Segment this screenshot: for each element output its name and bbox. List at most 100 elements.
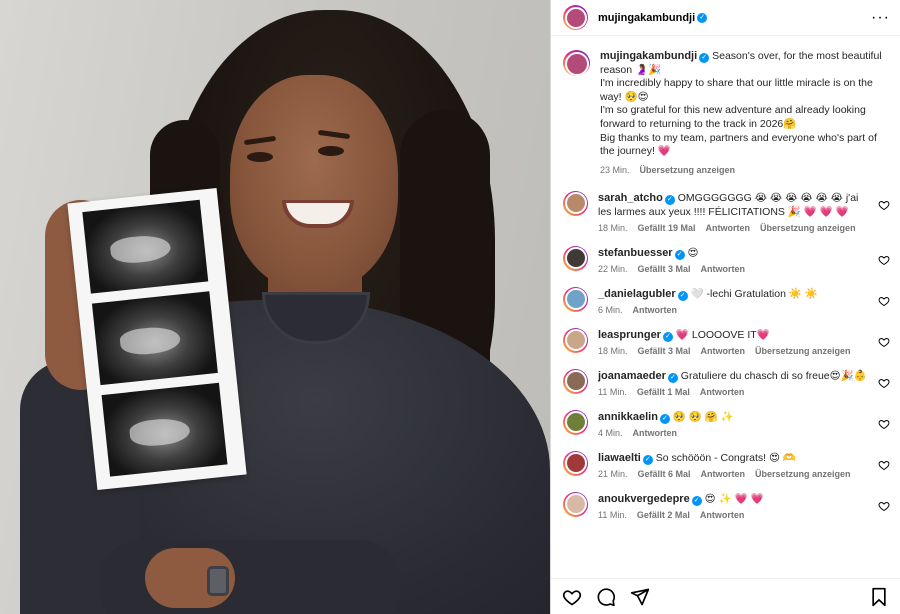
watch-shape xyxy=(207,566,229,596)
comment-icon[interactable] xyxy=(595,586,617,608)
comment-like-heart-icon[interactable] xyxy=(878,500,890,512)
caption-avatar[interactable] xyxy=(563,50,590,76)
reply-button[interactable]: Antworten xyxy=(633,305,678,315)
instagram-post: mujingakambundji ✓ ··· mujingakambundji ✓… xyxy=(0,0,900,614)
comment-username[interactable]: leasprunger xyxy=(598,329,661,341)
reply-button[interactable]: Antworten xyxy=(700,510,745,520)
translate-link[interactable]: Übersetzung anzeigen xyxy=(640,165,736,175)
share-icon[interactable] xyxy=(629,586,651,608)
comment-like-heart-icon[interactable] xyxy=(878,377,890,389)
ultrasound-scan xyxy=(91,291,218,386)
comment-row: leasprunger ✓ 💗 LOOOOVE IT💗 18 Min. Gefäl… xyxy=(563,327,890,356)
comment-like-heart-icon[interactable] xyxy=(878,295,890,307)
comment-username[interactable]: sarah_atcho xyxy=(598,192,663,204)
comment-text: 🥺 🥺 🤗 ✨ xyxy=(672,410,734,423)
comments-scroll[interactable]: mujingakambundji ✓ Season's over, for the… xyxy=(551,36,900,578)
comment-row: anoukvergedepre ✓ 😍 ✨ 💗 💗 11 Min. Gefällt… xyxy=(563,491,890,520)
comment-time[interactable]: 4 Min. xyxy=(598,428,623,438)
comment-like-heart-icon[interactable] xyxy=(878,418,890,430)
comment-row: liawaelti ✓ So schööön - Congrats! 😍 🫶 21… xyxy=(563,450,890,479)
comment-text: 🤍 -lechi Gratulation ☀️ ☀️ xyxy=(690,287,818,300)
comment-time[interactable]: 11 Min. xyxy=(598,387,627,397)
comment-time[interactable]: 11 Min. xyxy=(598,510,627,520)
comment-time[interactable]: 22 Min. xyxy=(598,264,628,274)
author-username[interactable]: mujingakambundji xyxy=(598,12,695,24)
translate-link[interactable]: Übersetzung anzeigen xyxy=(755,346,851,356)
comment-row: stefanbuesser ✓ 😍 22 Min. Gefällt 3 Mal A… xyxy=(563,245,890,274)
reply-button[interactable]: Antworten xyxy=(706,223,751,233)
post-photo[interactable] xyxy=(0,0,550,614)
comment-like-heart-icon[interactable] xyxy=(878,336,890,348)
translate-link[interactable]: Übersetzung anzeigen xyxy=(760,223,856,233)
caption-line: I'm incredibly happy to share that our l… xyxy=(600,77,873,103)
author-avatar[interactable] xyxy=(563,5,588,30)
comment-like-heart-icon[interactable] xyxy=(878,199,890,211)
comment-avatar[interactable] xyxy=(563,450,588,476)
left-eye xyxy=(247,152,273,162)
comment-username[interactable]: joanamaeder xyxy=(598,370,666,382)
post-caption: mujingakambundji ✓ Season's over, for the… xyxy=(563,50,890,175)
verified-badge-icon: ✓ xyxy=(642,454,653,465)
ultrasound-scan xyxy=(82,199,209,294)
comment-row: _danielagubler ✓ 🤍 -lechi Gratulation ☀️ … xyxy=(563,286,890,315)
reply-button[interactable]: Antworten xyxy=(633,428,678,438)
comment-time[interactable]: 18 Min. xyxy=(598,223,628,233)
comment-username[interactable]: annikkaelin xyxy=(598,411,658,423)
comment-avatar[interactable] xyxy=(563,327,588,353)
comment-time[interactable]: 6 Min. xyxy=(598,305,623,315)
comment-avatar[interactable] xyxy=(563,286,588,312)
comment-likes[interactable]: Gefällt 19 Mal xyxy=(638,223,696,233)
reply-button[interactable]: Antworten xyxy=(701,346,746,356)
comment-username[interactable]: _danielagubler xyxy=(598,288,676,300)
verified-badge-icon: ✓ xyxy=(699,53,710,63)
comment-avatar[interactable] xyxy=(563,368,588,394)
comment-text: 💗 LOOOOVE IT💗 xyxy=(675,328,770,341)
comment-avatar[interactable] xyxy=(563,245,588,271)
comment-likes[interactable]: Gefällt 2 Mal xyxy=(637,510,690,520)
reply-button[interactable]: Antworten xyxy=(700,387,745,397)
heart-icon[interactable] xyxy=(561,586,583,608)
comments-panel: mujingakambundji ✓ ··· mujingakambundji ✓… xyxy=(550,0,900,614)
caption-line: Big thanks to my team, partners and ever… xyxy=(600,131,877,158)
caption-line: I'm so grateful for this new adventure a… xyxy=(600,104,866,130)
comment-username[interactable]: liawaelti xyxy=(598,452,641,464)
comment-text: Gratuliere du chasch di so freue😍🎉👶 xyxy=(680,369,867,382)
comment-like-heart-icon[interactable] xyxy=(878,459,890,471)
comment-text: So schööön - Congrats! 😍 🫶 xyxy=(655,451,796,464)
translate-link[interactable]: Übersetzung anzeigen xyxy=(755,469,851,479)
post-header: mujingakambundji ✓ ··· xyxy=(551,0,900,36)
verified-badge-icon: ✓ xyxy=(667,372,678,383)
verified-badge-icon: ✓ xyxy=(691,495,702,506)
comment-avatar[interactable] xyxy=(563,190,588,216)
comment-avatar[interactable] xyxy=(563,491,588,517)
post-time[interactable]: 23 Min. xyxy=(600,165,630,175)
comment-row: sarah_atcho ✓ OMGGGGGGG 😭 😭 😭 😭 😭 😭 j'ai … xyxy=(563,190,890,233)
face-shape xyxy=(230,75,398,290)
verified-badge-icon: ✓ xyxy=(664,194,675,205)
bookmark-icon[interactable] xyxy=(868,586,890,608)
action-bar xyxy=(551,578,900,614)
comment-time[interactable]: 18 Min. xyxy=(598,346,628,356)
reply-button[interactable]: Antworten xyxy=(701,469,746,479)
reply-button[interactable]: Antworten xyxy=(701,264,746,274)
comment-likes[interactable]: Gefällt 3 Mal xyxy=(638,264,691,274)
comment-text: 😍 xyxy=(687,246,699,259)
comment-row: joanamaeder ✓ Gratuliere du chasch di so … xyxy=(563,368,890,397)
comment-likes[interactable]: Gefällt 6 Mal xyxy=(638,469,691,479)
more-options-icon[interactable]: ··· xyxy=(871,9,890,25)
comment-row: annikkaelin ✓ 🥺 🥺 🤗 ✨ 4 Min. Antworten xyxy=(563,409,890,438)
comment-likes[interactable]: Gefällt 1 Mal xyxy=(637,387,690,397)
comment-list: sarah_atcho ✓ OMGGGGGGG 😭 😭 😭 😭 😭 😭 j'ai … xyxy=(563,190,890,520)
comment-username[interactable]: stefanbuesser xyxy=(598,247,673,259)
comment-likes[interactable]: Gefällt 3 Mal xyxy=(638,346,691,356)
comment-username[interactable]: anoukvergedepre xyxy=(598,493,690,505)
ultrasound-strip xyxy=(67,187,247,491)
comment-like-heart-icon[interactable] xyxy=(878,254,890,266)
ultrasound-scan xyxy=(101,382,228,477)
comment-avatar[interactable] xyxy=(563,409,588,435)
comment-text: 😍 ✨ 💗 💗 xyxy=(704,492,764,505)
verified-badge-icon: ✓ xyxy=(659,413,670,424)
comment-time[interactable]: 21 Min. xyxy=(598,469,628,479)
right-eye xyxy=(318,146,344,156)
caption-username[interactable]: mujingakambundji xyxy=(600,50,697,62)
